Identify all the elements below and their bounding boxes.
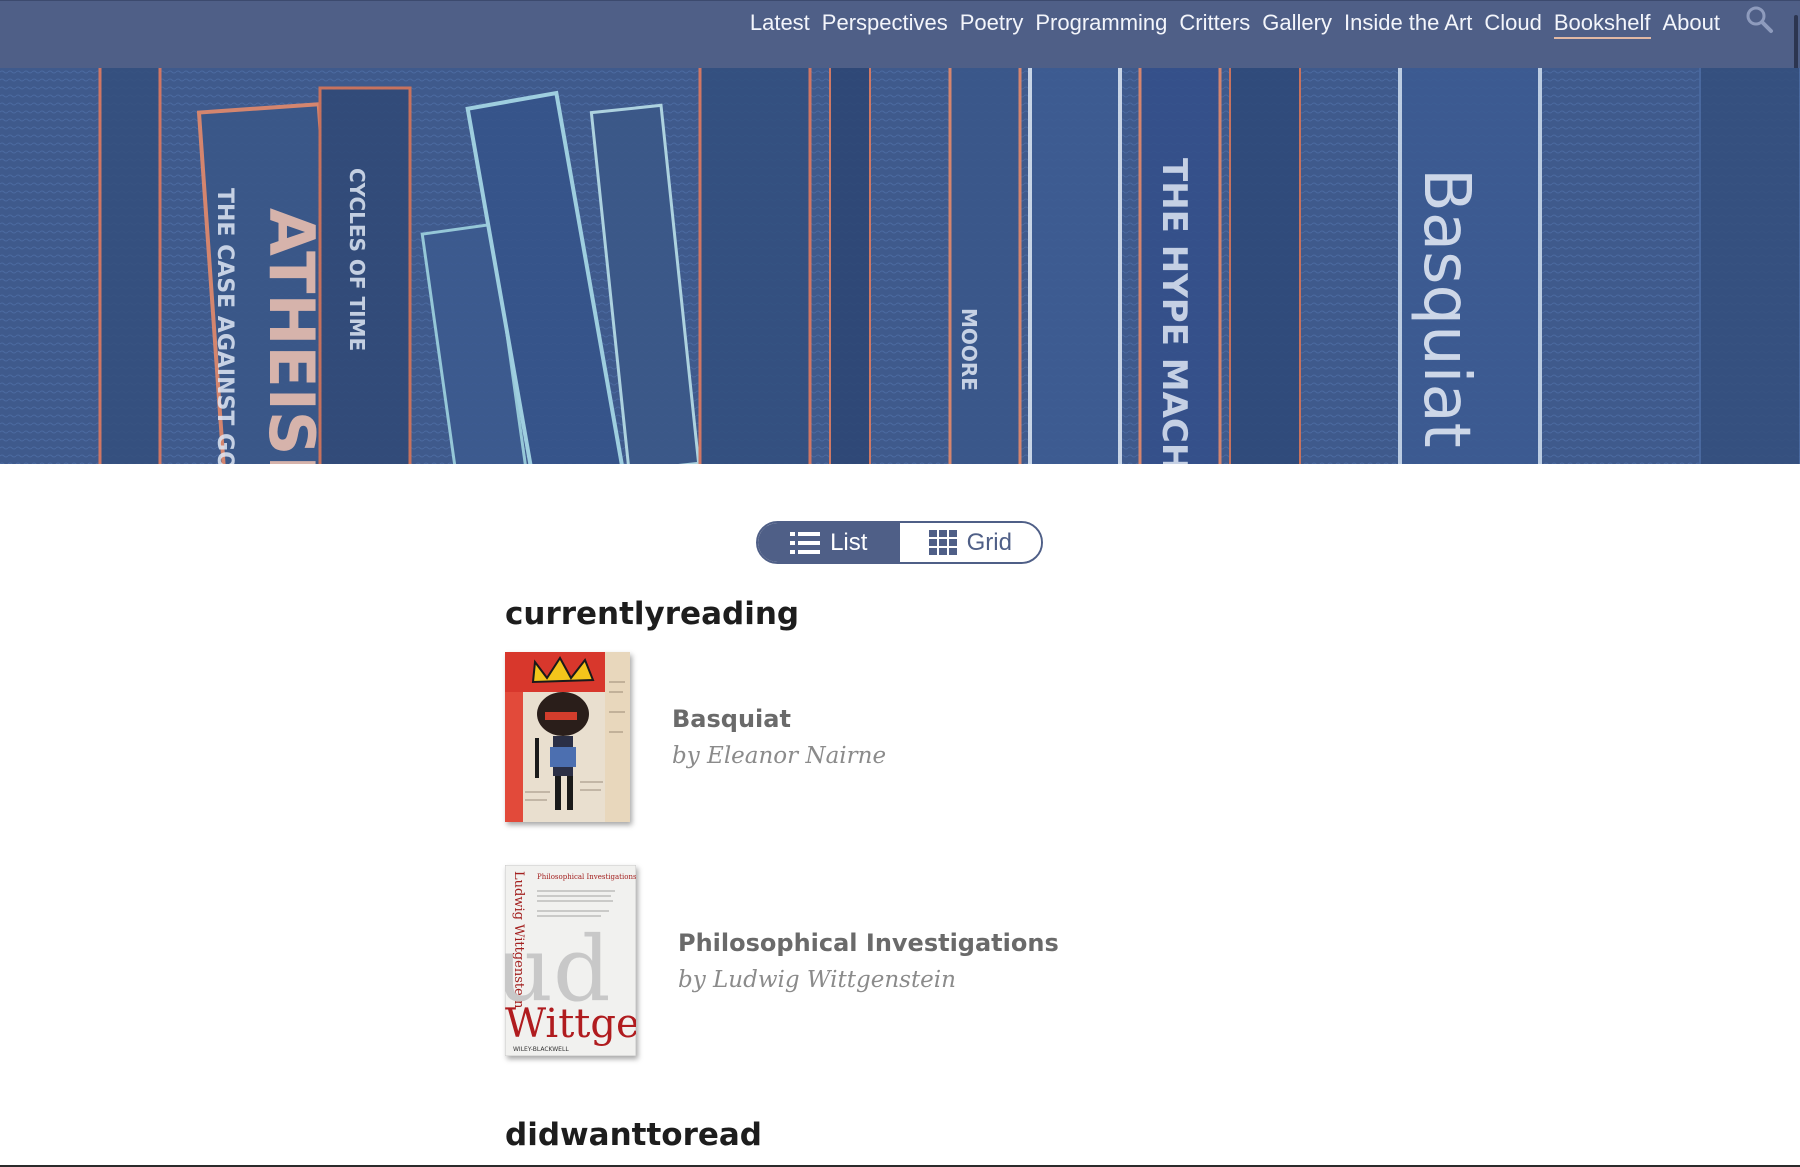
cover-subtitle: Philosophical Investigations [537, 873, 636, 881]
book-item[interactable]: Ludwig Wittgenstein Philosophical Invest… [505, 865, 1059, 1056]
hero-spine-text: ATHEISM [255, 208, 328, 464]
section-title-didwanttoread: didwanttoread [505, 1117, 762, 1153]
book-title[interactable]: Basquiat [672, 705, 886, 733]
hero-spine-text: MOORE [957, 308, 981, 391]
cover-publisher: WILEY-BLACKWELL [513, 1046, 569, 1053]
book-info: Basquiat by Eleanor Nairne [672, 705, 886, 769]
grid-view-button[interactable]: Grid [899, 523, 1041, 562]
main-nav: Latest Perspectives Poetry Programming C… [744, 1, 1726, 45]
bookshelf-painting: ATHEISM THE CASE AGAINST GOD CYCLES OF T… [0, 68, 1800, 464]
nav-bookshelf[interactable]: Bookshelf [1548, 1, 1657, 45]
list-icon [790, 531, 821, 555]
hero-spine-text: Basquiat [1409, 168, 1483, 448]
section-title-currentlyreading: currentlyreading [505, 596, 800, 632]
book-title[interactable]: Philosophical Investigations [678, 929, 1059, 957]
book-item[interactable]: Basquiat by Eleanor Nairne [505, 652, 886, 822]
search-icon[interactable] [1744, 5, 1774, 35]
book-author: by Ludwig Wittgenstein [678, 966, 956, 993]
top-navigation-bar: Latest Perspectives Poetry Programming C… [0, 0, 1800, 275]
nav-poetry[interactable]: Poetry [954, 1, 1030, 45]
nav-critters[interactable]: Critters [1173, 1, 1256, 45]
list-view-button[interactable]: List [758, 523, 900, 562]
nav-programming[interactable]: Programming [1029, 1, 1173, 45]
book-cover-philosophical-investigations[interactable]: Ludwig Wittgenstein Philosophical Invest… [505, 865, 636, 1056]
nav-perspectives[interactable]: Perspectives [816, 1, 954, 45]
book-cover-basquiat[interactable] [505, 652, 630, 822]
hero-spine-text: CYCLES OF TIME [345, 168, 369, 351]
nav-latest[interactable]: Latest [744, 1, 816, 45]
book-author: by Eleanor Nairne [672, 743, 887, 769]
hero-spine-text: THE CASE AGAINST GOD [212, 188, 237, 464]
view-toggle: List Grid [756, 521, 1043, 564]
cover-big-word: Wittge [505, 1001, 636, 1047]
grid-label: Grid [966, 528, 1012, 556]
list-label: List [830, 528, 868, 556]
hero-banner: ATHEISM THE CASE AGAINST GOD CYCLES OF T… [0, 68, 1800, 464]
nav-gallery[interactable]: Gallery [1256, 1, 1338, 45]
nav-cloud[interactable]: Cloud [1478, 1, 1547, 45]
nav-about[interactable]: About [1657, 1, 1727, 45]
grid-icon [928, 529, 957, 556]
book-info: Philosophical Investigations by Ludwig W… [678, 929, 1059, 993]
nav-inside-the-art[interactable]: Inside the Art [1338, 1, 1478, 45]
hero-spine-text: THE HYPE MACHINE [1154, 158, 1194, 464]
